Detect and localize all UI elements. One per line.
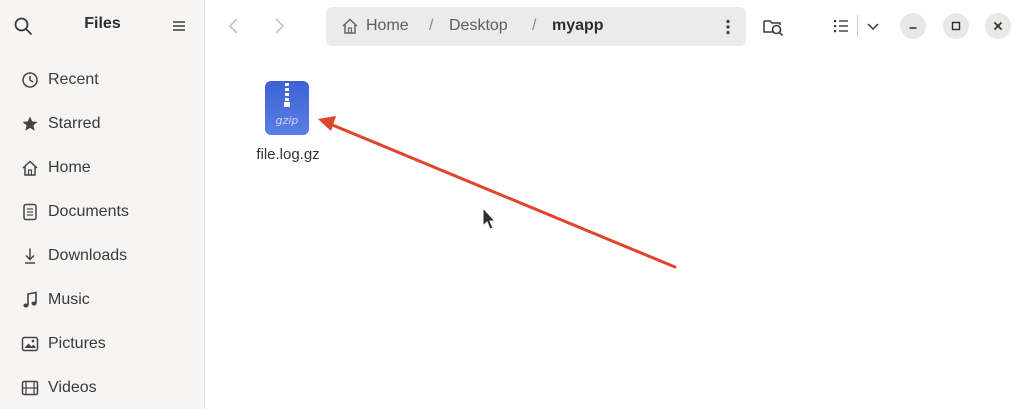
close-button[interactable]: [985, 13, 1011, 39]
music-icon: [20, 290, 40, 310]
path-bar: Home / Desktop / myapp: [326, 7, 746, 46]
sidebar-item-label: Music: [48, 291, 90, 308]
places-list: Recent Starred Home Documents Downloads: [0, 58, 205, 409]
file-view[interactable]: gzip file.log.gz: [206, 52, 1024, 409]
breadcrumb-separator: /: [532, 17, 537, 34]
sidebar-item-documents[interactable]: Documents: [0, 190, 205, 234]
view-options-button[interactable]: [861, 14, 885, 38]
view-divider: [857, 15, 858, 37]
header-bar: Home / Desktop / myapp: [206, 0, 1024, 52]
breadcrumb-desktop[interactable]: Desktop: [449, 17, 508, 35]
forward-button[interactable]: [267, 14, 291, 38]
chevron-right-icon: [275, 18, 285, 34]
picture-icon: [20, 334, 40, 354]
sidebar-item-recent[interactable]: Recent: [0, 58, 205, 102]
sidebar: Files Recent Starred Home Documents Down…: [0, 0, 205, 409]
home-icon: [342, 18, 358, 34]
chevron-down-icon: [867, 23, 879, 31]
gzip-archive-icon: gzip: [265, 81, 309, 135]
clock-icon: [20, 70, 40, 90]
breadcrumb-home[interactable]: Home: [366, 17, 409, 35]
video-icon: [20, 378, 40, 398]
sidebar-item-label: Home: [48, 159, 91, 176]
sidebar-item-starred[interactable]: Starred: [0, 102, 205, 146]
sidebar-item-label: Recent: [48, 71, 99, 88]
maximize-icon: [951, 21, 961, 31]
minimize-button[interactable]: [900, 13, 926, 39]
sidebar-item-label: Pictures: [48, 335, 106, 352]
file-name[interactable]: file.log.gz: [244, 146, 332, 163]
star-icon: [20, 114, 40, 134]
sidebar-item-videos[interactable]: Videos: [0, 366, 205, 409]
sidebar-item-label: Documents: [48, 203, 129, 220]
breadcrumb-separator: /: [429, 17, 434, 34]
minimize-icon: [909, 27, 917, 29]
folder-search-icon: [763, 20, 784, 37]
breadcrumb-current[interactable]: myapp: [552, 17, 604, 35]
sidebar-item-label: Starred: [48, 115, 101, 132]
close-icon: [993, 21, 1003, 31]
download-icon: [20, 246, 40, 266]
home-icon: [20, 158, 40, 178]
list-view-icon: [834, 20, 848, 33]
search-folder-button[interactable]: [761, 14, 785, 38]
sidebar-item-home[interactable]: Home: [0, 146, 205, 190]
hamburger-menu-icon[interactable]: [168, 15, 190, 37]
svg-text:gzip: gzip: [276, 114, 299, 127]
maximize-button[interactable]: [943, 13, 969, 39]
document-icon: [20, 202, 40, 222]
sidebar-item-downloads[interactable]: Downloads: [0, 234, 205, 278]
list-view-button[interactable]: [829, 14, 853, 38]
sidebar-header: Files: [0, 0, 205, 52]
back-button[interactable]: [222, 14, 246, 38]
file-item[interactable]: gzip file.log.gz: [246, 80, 330, 170]
chevron-left-icon: [228, 18, 238, 34]
sidebar-item-label: Videos: [48, 379, 97, 396]
sidebar-item-pictures[interactable]: Pictures: [0, 322, 205, 366]
sidebar-item-music[interactable]: Music: [0, 278, 205, 322]
kebab-menu-icon[interactable]: [718, 17, 738, 37]
sidebar-item-label: Downloads: [48, 247, 128, 264]
